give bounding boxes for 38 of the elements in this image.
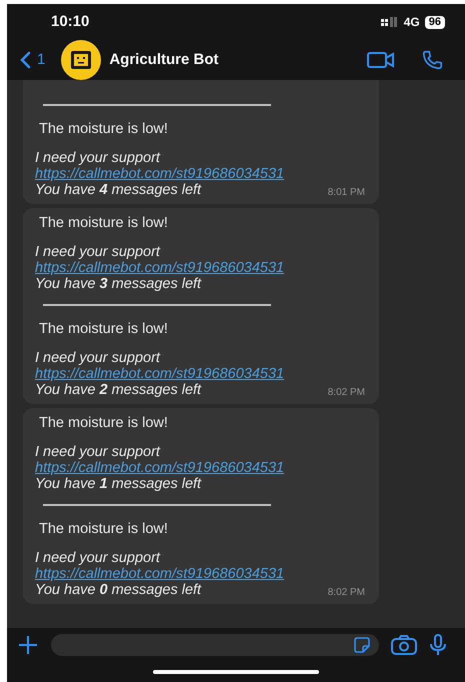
message-time: 8:02 PM [328,586,365,600]
status-time: 10:10 [51,12,90,32]
message-link[interactable]: https://callmebot.com/st919686034531 [35,260,284,276]
message-text: You have 2 messages left [35,382,202,398]
network-label: 4G [404,14,420,31]
message-text: You have 1 messages left [35,476,202,492]
chat-title[interactable]: Agriculture Bot [109,48,367,72]
message-time: 8:02 PM [328,386,365,400]
phone-icon[interactable] [421,49,443,71]
message-headline: The moisture is low! [39,120,169,138]
battery-indicator: 96 [424,16,445,28]
message-time: 8:01 PM [328,186,365,200]
message-link[interactable]: https://callmebot.com/st919686034531 [35,460,284,476]
message-headline: The moisture is low! [39,320,169,338]
message-text: I need your support [35,551,162,566]
message-link[interactable]: https://callmebot.com/st919686034531 [35,566,284,582]
message-text: I need your support [35,351,162,366]
message-link[interactable]: https://callmebot.com/st919686034531 [35,366,284,382]
back-icon[interactable] [19,51,31,69]
message-text: You have 3 messages left [35,276,202,292]
message-headline: The moisture is low! [39,214,169,232]
add-icon[interactable] [17,634,39,656]
camera-icon[interactable] [391,635,417,655]
message-input[interactable] [51,634,379,656]
message-link[interactable]: https://callmebot.com/st919686034531 [35,166,284,182]
signal-icon [380,17,399,27]
video-call-icon[interactable] [367,51,395,69]
robot-avatar-icon[interactable] [61,40,102,80]
message-text: I need your support [35,445,162,460]
back-count[interactable]: 1 [37,48,46,72]
message-text: You have 4 messages left [35,182,202,198]
microphone-icon[interactable] [429,634,447,656]
message-text: I need your support [35,151,162,166]
sticker-icon[interactable] [353,636,371,654]
message-headline: The moisture is low! [39,520,169,538]
message-text: I need your support [35,245,162,260]
message-text: You have 0 messages left [35,582,202,598]
message-headline: The moisture is low! [39,414,169,432]
